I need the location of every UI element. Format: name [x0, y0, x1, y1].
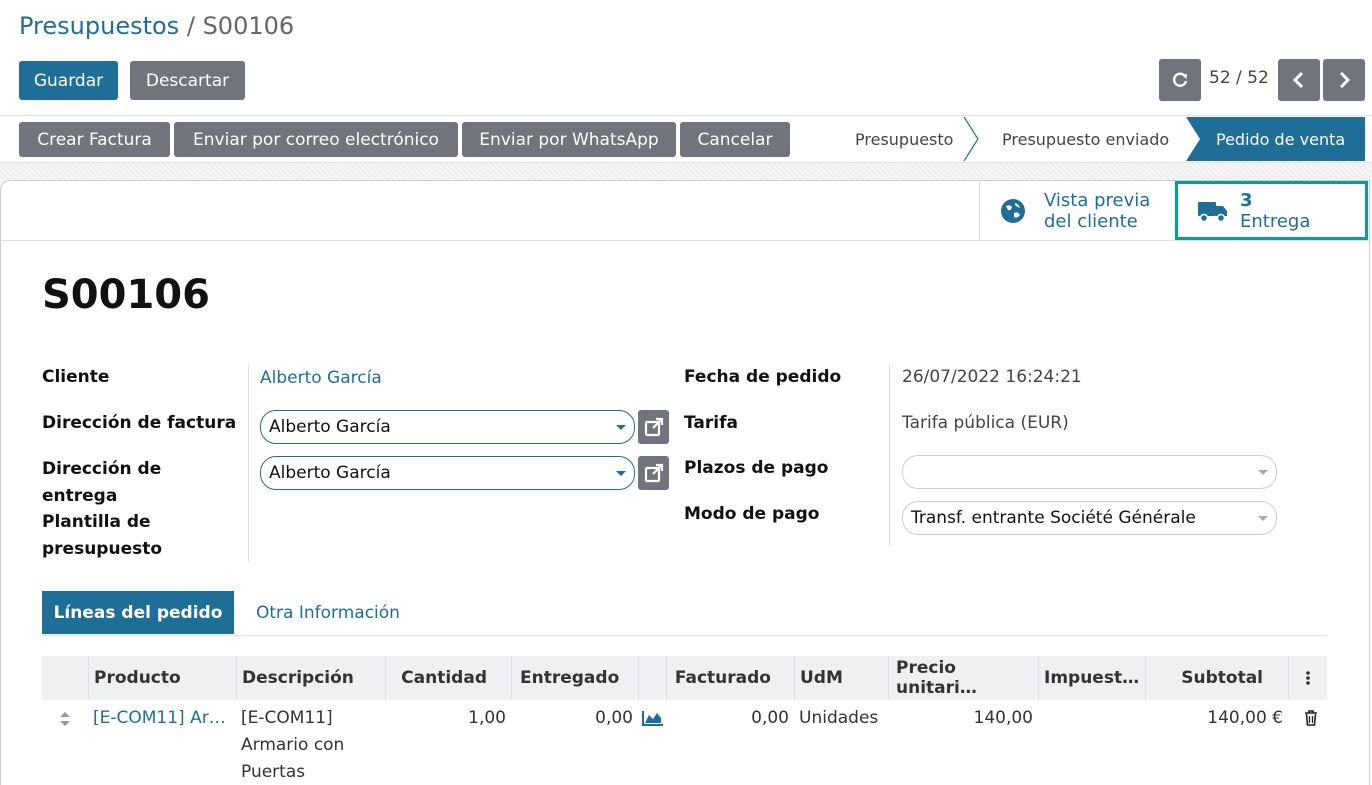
external-link-icon	[644, 417, 663, 437]
customer-preview-button[interactable]: Vista previa del cliente	[1000, 190, 1170, 232]
cancel-button[interactable]: Cancelar	[680, 122, 790, 157]
row-description-line2: Armario con	[241, 735, 345, 755]
refresh-icon	[1172, 72, 1188, 87]
save-button[interactable]: Guardar	[19, 61, 118, 100]
record-title: S00106	[42, 272, 210, 318]
row-unit-price: 140,00	[973, 708, 1033, 728]
pager-next-button[interactable]	[1323, 59, 1365, 101]
row-delivered: 0,00	[595, 708, 633, 728]
delivery-address-external-button[interactable]	[638, 456, 669, 490]
drag-handle-icon[interactable]	[59, 711, 71, 727]
send-whatsapp-button[interactable]: Enviar por WhatsApp	[462, 122, 676, 157]
area-chart-icon[interactable]	[642, 710, 664, 726]
tab-other-info[interactable]: Otra Información	[244, 591, 412, 634]
tabs-divider	[42, 635, 1327, 636]
payment-mode-label: Modo de pago	[684, 504, 820, 524]
delivery-label: Entrega	[1240, 210, 1311, 232]
row-quantity: 1,00	[468, 708, 506, 728]
breadcrumb-separator: /	[186, 12, 195, 40]
invoice-address-value: Alberto García	[269, 417, 391, 437]
left-group-separator	[248, 364, 249, 562]
row-subtotal: 140,00 €	[1207, 708, 1283, 728]
column-header-quantity[interactable]: Cantidad	[386, 656, 512, 700]
forecast-column-header	[639, 656, 667, 700]
refresh-button[interactable]	[1159, 59, 1201, 101]
row-description-line3: Puertas	[241, 762, 306, 782]
vertical-ellipsis-icon	[1306, 671, 1310, 685]
delivery-address-select[interactable]: Alberto García	[260, 456, 635, 490]
status-stage-sent[interactable]: Presupuesto enviado	[1002, 117, 1169, 161]
delivery-count: 3	[1240, 189, 1253, 211]
customer-preview-line1: Vista previa	[1044, 190, 1151, 211]
order-date-value[interactable]: 26/07/2022 16:24:21	[902, 367, 1082, 387]
template-label-2: presupuesto	[42, 539, 163, 559]
template-label-1: Plantilla de	[42, 512, 151, 532]
status-stage-quotation[interactable]: Presupuesto	[855, 117, 953, 161]
external-link-icon	[644, 463, 663, 483]
column-header-taxes[interactable]: Impuest…	[1039, 656, 1146, 700]
button-box-separator	[979, 181, 980, 240]
chevron-down-icon	[1258, 516, 1268, 521]
chevron-right-icon	[1339, 71, 1351, 89]
column-header-subtotal[interactable]: Subtotal	[1146, 656, 1289, 700]
status-stage-sale-order[interactable]: Pedido de venta	[1216, 117, 1345, 161]
chevron-down-icon	[616, 471, 626, 476]
column-header-delivered[interactable]: Entregado	[512, 656, 639, 700]
create-invoice-button[interactable]: Crear Factura	[19, 122, 170, 157]
payment-mode-value: Transf. entrante Société Générale	[911, 508, 1196, 528]
globe-icon	[1001, 199, 1025, 223]
tab-order-lines[interactable]: Líneas del pedido	[42, 591, 234, 634]
delivery-address-value: Alberto García	[269, 463, 391, 483]
row-description-line1: [E-COM11]	[241, 708, 333, 728]
chevron-left-icon	[1292, 71, 1304, 89]
handle-column-header	[42, 656, 89, 700]
row-invoiced: 0,00	[751, 708, 789, 728]
breadcrumb: Presupuestos / S00106	[19, 12, 294, 40]
payment-mode-select[interactable]: Transf. entrante Société Générale	[902, 501, 1277, 535]
invoice-address-external-button[interactable]	[638, 410, 669, 444]
column-header-product[interactable]: Producto	[89, 656, 237, 700]
pricelist-label: Tarifa	[684, 413, 738, 433]
stage-arrow-icon	[963, 117, 979, 161]
pager-previous-button[interactable]	[1278, 59, 1320, 101]
delivery-smart-button[interactable]: 3 Entrega	[1175, 181, 1368, 240]
delivery-address-label-1: Dirección de	[42, 459, 162, 479]
row-product[interactable]: [E-COM11] Ar…	[93, 705, 226, 732]
optional-columns-toggle[interactable]	[1289, 656, 1327, 700]
trash-icon[interactable]	[1304, 710, 1318, 726]
customer-preview-line2: del cliente	[1044, 211, 1138, 232]
order-date-label: Fecha de pedido	[684, 367, 842, 387]
right-group-separator	[889, 364, 890, 546]
client-link[interactable]: Alberto García	[260, 368, 382, 388]
client-label: Cliente	[42, 367, 110, 387]
truck-icon	[1198, 201, 1227, 222]
column-header-unit-price[interactable]: Precio unitari…	[889, 656, 1039, 700]
chevron-down-icon	[616, 425, 626, 430]
row-uom: Unidades	[799, 708, 879, 728]
chevron-down-icon	[1258, 470, 1268, 475]
column-header-invoiced[interactable]: Facturado	[667, 656, 795, 700]
column-header-uom[interactable]: UdM	[795, 656, 889, 700]
discard-button[interactable]: Descartar	[130, 61, 245, 100]
breadcrumb-parent-link[interactable]: Presupuestos	[19, 12, 179, 40]
invoice-address-label: Dirección de factura	[42, 413, 237, 433]
column-header-description[interactable]: Descripción	[237, 656, 386, 700]
invoice-address-select[interactable]: Alberto García	[260, 410, 635, 444]
payment-terms-label: Plazos de pago	[684, 458, 829, 478]
pricelist-value[interactable]: Tarifa pública (EUR)	[902, 413, 1069, 433]
payment-terms-select[interactable]	[902, 455, 1277, 489]
button-box-divider	[1, 240, 1370, 241]
send-email-button[interactable]: Enviar por correo electrónico	[174, 122, 458, 157]
delivery-address-label-2: entrega	[42, 486, 118, 506]
breadcrumb-current: S00106	[202, 12, 295, 40]
header-divider	[0, 115, 1372, 116]
pager-counter: 52 / 52	[1209, 68, 1269, 88]
